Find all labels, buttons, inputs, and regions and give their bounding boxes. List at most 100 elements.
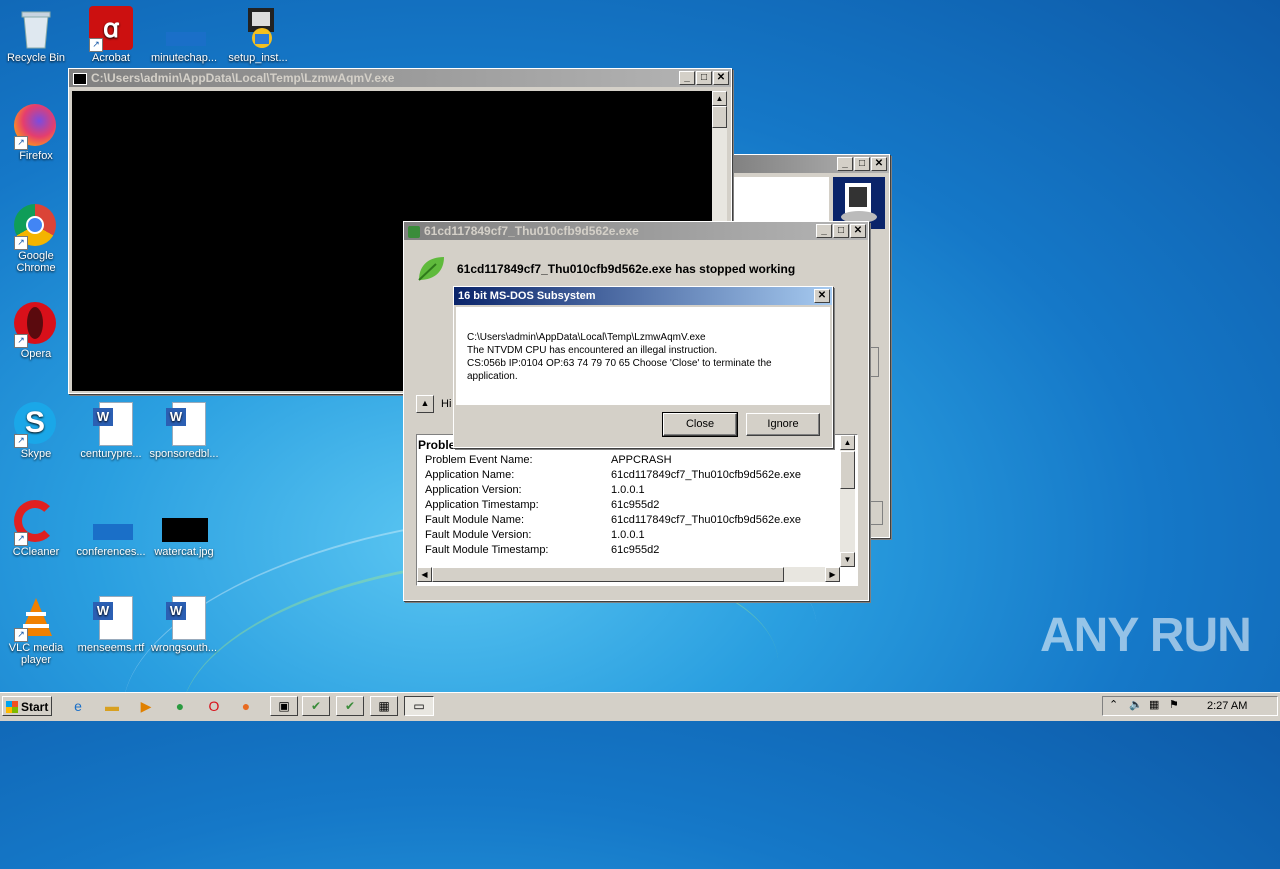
desktop-icon-setup[interactable]: setup_inst... [222,6,294,64]
taskbar-task-installer[interactable]: ▣ [270,696,298,716]
firefox-taskbar-icon[interactable]: ● [236,697,256,715]
desktop-icon-label: Google Chrome [16,250,56,274]
crash-dialog-title: 61cd117849cf7_Thu010cfb9d562e.exe [424,224,639,238]
taskbar: Start e ▬ ▶ ● O ● ▣ ✔ ✔ ▦ ▭ ⌃ 🔈 ▦ ⚑ 2:27… [0,692,1280,721]
background-window-button[interactable] [869,501,883,525]
console-app-icon [73,72,87,85]
scroll-up-arrow-icon[interactable]: ▲ [712,91,727,106]
desktop-icon-firefox[interactable]: ↗ Firefox [0,104,72,162]
desktop-icon-opera[interactable]: ↗ Opera [0,302,72,360]
desktop-icon-label: Recycle Bin [6,52,66,64]
problem-value: 1.0.0.1 [611,529,645,541]
desktop-icon-vlc[interactable]: ↗ VLC media player [0,596,72,666]
system-tray: ⌃ 🔈 ▦ ⚑ 2:27 AM [1102,696,1278,716]
problem-key: Application Name: [425,469,515,481]
problem-value: 61c955d2 [611,544,660,556]
action-center-flag-icon[interactable]: ⚑ [1169,698,1179,711]
desktop-icon-skype[interactable]: S ↗ Skype [0,402,72,460]
desktop-icon-recycle-bin[interactable]: Recycle Bin [0,6,72,64]
scroll-down-arrow-icon[interactable]: ▼ [840,552,855,567]
problem-value: APPCRASH [611,454,672,466]
desktop-icon-label: VLC media player [8,642,64,666]
minimize-button[interactable]: _ [837,157,853,171]
problem-value: 61cd117849cf7_Thu010cfb9d562e.exe [611,514,802,526]
background-window-titlebar[interactable]: _ □ ✕ [729,155,889,173]
ntvdm-message-line: C:\Users\admin\AppData\Local\Temp\LzmwAq… [467,332,706,343]
problem-details-header: Proble [418,438,456,452]
scroll-thumb[interactable] [432,567,784,582]
scroll-left-arrow-icon[interactable]: ◀ [417,567,432,582]
scroll-thumb[interactable] [712,106,727,128]
desktop-icon-label: setup_inst... [228,52,288,64]
close-button[interactable]: ✕ [713,71,729,85]
taskbar-task-crash[interactable]: ✔ [302,696,330,716]
desktop-icon-chrome[interactable]: ↗ Google Chrome [0,204,72,274]
close-button[interactable]: ✕ [814,289,830,303]
hide-details-toggle[interactable]: ▲ [416,395,434,413]
show-hidden-icons-icon[interactable]: ⌃ [1109,698,1118,711]
network-icon[interactable]: ▦ [1149,698,1159,711]
leaf-icon [416,254,446,282]
desktop-icon-conferences[interactable]: conferences... [75,500,147,558]
close-button[interactable]: ✕ [871,157,887,171]
clock[interactable]: 2:27 AM [1207,700,1247,712]
file-icon [89,500,133,544]
start-button[interactable]: Start [2,696,52,716]
ignore-button[interactable]: Ignore [746,413,820,436]
problem-details-vscroll[interactable]: ▲ ▼ [840,435,855,567]
ntvdm-message-line: application. [467,371,518,382]
close-button[interactable]: ✕ [850,224,866,238]
acrobat-icon: ꭤ ↗ [89,6,133,52]
problem-key: Application Version: [425,484,522,496]
console-window-titlebar[interactable]: C:\Users\admin\AppData\Local\Temp\LzmwAq… [69,69,731,87]
desktop-icon-menseems[interactable]: W menseems.rtf [75,596,147,654]
background-window-banner [733,177,829,221]
scroll-up-arrow-icon[interactable]: ▲ [840,435,855,450]
opera-taskbar-icon[interactable]: O [204,697,224,715]
maximize-button[interactable]: □ [696,71,712,85]
minimize-button[interactable]: _ [679,71,695,85]
problem-details-hscroll[interactable]: ◀ ▶ [417,567,840,582]
word-document-icon: W [162,596,206,640]
desktop-icon-label: CCleaner [12,546,60,558]
taskbar-task-console[interactable]: ▭ [404,696,434,716]
desktop-icon-centurypre[interactable]: W centurypre... [75,402,147,460]
maximize-button[interactable]: □ [833,224,849,238]
volume-icon[interactable]: 🔈 [1129,698,1143,711]
word-document-icon: W [89,402,133,446]
opera-icon: ↗ [14,302,58,348]
windows-logo-icon [6,701,18,713]
maximize-button[interactable]: □ [854,157,870,171]
desktop-icon-acrobat[interactable]: ꭤ ↗ Acrobat [75,6,147,64]
crash-dialog-titlebar[interactable]: 61cd117849cf7_Thu010cfb9d562e.exe _ □ ✕ [404,222,868,240]
desktop-icon-label: watercat.jpg [154,546,214,558]
desktop-icon-sponsoredbl[interactable]: W sponsoredbl... [148,402,220,460]
desktop-icon-label: menseems.rtf [77,642,145,654]
scroll-right-arrow-icon[interactable]: ▶ [825,567,840,582]
desktop-icon-ccleaner[interactable]: ↗ CCleaner [0,500,72,558]
minimize-button[interactable]: _ [816,224,832,238]
scroll-thumb[interactable] [840,451,855,489]
desktop-icon-wrongsouth[interactable]: W wrongsouth... [148,596,220,654]
taskbar-task-setup[interactable]: ▦ [370,696,398,716]
problem-key: Fault Module Version: [425,529,532,541]
explorer-folder-icon[interactable]: ▬ [102,697,122,715]
desktop-icon-label: wrongsouth... [150,642,218,654]
problem-key: Problem Event Name: [425,454,533,466]
media-player-icon[interactable]: ▶ [136,697,156,715]
crash-dialog-app-icon [408,225,420,238]
start-label: Start [21,700,49,714]
desktop-icon-label: conferences... [76,546,146,558]
taskbar-task-crash-2[interactable]: ✔ [336,696,364,716]
recycle-bin-icon [14,6,58,50]
internet-explorer-icon[interactable]: e [68,697,88,715]
close-dialog-button[interactable]: Close [662,412,738,437]
crash-heading: 61cd117849cf7_Thu010cfb9d562e.exe has st… [457,262,796,276]
desktop-icon-watercat[interactable]: watercat.jpg [148,500,220,558]
desktop-icon-minutechap[interactable]: minutechap... [148,6,220,64]
ntvdm-dialog-titlebar[interactable]: 16 bit MS-DOS Subsystem ✕ [454,287,832,305]
desktop-icon-label: minutechap... [150,52,218,64]
chrome-taskbar-icon[interactable]: ● [170,697,190,715]
problem-details-box[interactable]: Proble Problem Event Name: APPCRASH Appli… [416,434,858,586]
ntvdm-dialog[interactable]: 16 bit MS-DOS Subsystem ✕ C:\Users\admin… [453,286,833,448]
